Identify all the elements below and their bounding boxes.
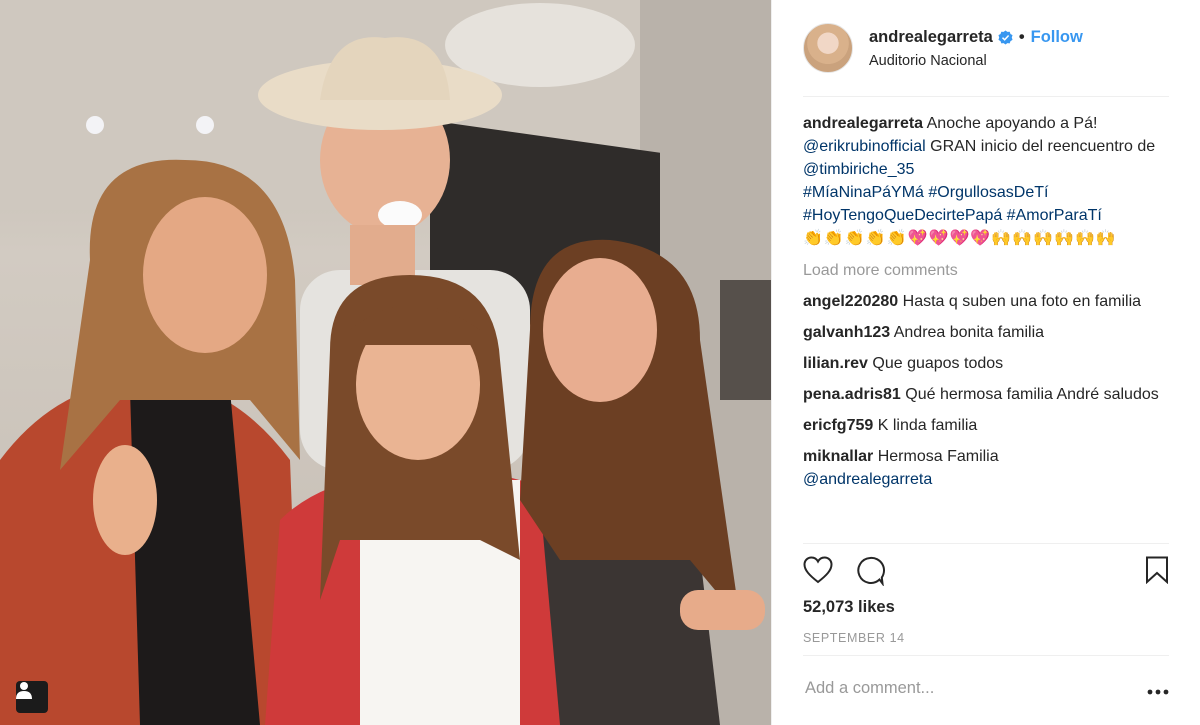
like-heart-icon[interactable] [803,556,833,584]
comment-text: K linda familia [877,417,978,434]
comment-text: Que guapos todos [872,355,1004,372]
add-comment-input[interactable] [805,679,1105,698]
comments-section: andrealegarreta Anoche apoyando a Pá! @e… [803,112,1173,499]
comment-text: Hasta q suben una foto en familia [902,293,1142,310]
clapping-hands-emoji: 👏👏👏👏👏 [803,230,908,247]
post-actions [803,556,1173,588]
avatar[interactable] [803,23,853,73]
more-options-icon[interactable] [1146,682,1170,702]
raised-hands-emoji: 🙌🙌🙌🙌🙌🙌 [991,230,1117,247]
comment-item: pena.adris81 Qué hermosa familia André s… [803,383,1173,406]
comment-username[interactable]: miknallar [803,448,873,465]
author-username[interactable]: andrealegarreta [869,28,993,47]
load-more-comments-link[interactable]: Load more comments [803,259,1173,282]
caption-emoji: 👏👏👏👏👏💖💖💖💖🙌🙌🙌🙌🙌🙌 [803,230,1117,247]
post-header: andrealegarreta • Follow Auditorio Nacio… [772,0,1200,96]
comment-username[interactable]: lilian.rev [803,355,868,372]
comment-username[interactable]: angel220280 [803,293,898,310]
verified-badge-icon [998,29,1013,45]
post-location[interactable]: Auditorio Nacional [869,53,1083,69]
comment-username[interactable]: pena.adris81 [803,386,901,403]
add-comment-divider [803,655,1169,656]
comment-username[interactable]: galvanh123 [803,324,890,341]
header-separator: • [1018,27,1025,46]
header-divider [803,96,1169,97]
comment-text: Andrea bonita familia [893,324,1045,341]
header-line: andrealegarreta • Follow [869,28,1083,47]
likes-count[interactable]: 52,073 likes [803,598,895,617]
user-tags-icon[interactable] [16,681,48,713]
save-bookmark-icon[interactable] [1145,556,1169,584]
post-caption: andrealegarreta Anoche apoyando a Pá! @e… [803,112,1173,251]
comment-mention[interactable]: @andrealegarreta [803,471,932,488]
comment-bubble-icon[interactable] [855,556,885,586]
caption-text: GRAN inicio del reencuentro de [930,138,1156,155]
comment-item: lilian.rev Que guapos todos [803,352,1173,375]
post-side-panel: andrealegarreta • Follow Auditorio Nacio… [771,0,1200,725]
photo-illustration [0,0,771,725]
caption-hashtags[interactable]: #HoyTengoQueDecirtePapá #AmorParaTí [803,207,1102,224]
comment-item: miknallar Hermosa Familia @andrealegarre… [803,445,1173,491]
follow-button[interactable]: Follow [1031,28,1083,47]
comment-text: Hermosa Familia [877,448,999,465]
comment-item: angel220280 Hasta q suben una foto en fa… [803,290,1173,313]
comment-username[interactable]: ericfg759 [803,417,873,434]
post-photo[interactable] [0,0,771,725]
post-date[interactable]: SEPTEMBER 14 [803,631,905,645]
comment-text: Qué hermosa familia André saludos [905,386,1159,403]
caption-username[interactable]: andrealegarreta [803,115,923,132]
post-header-meta: andrealegarreta • Follow Auditorio Nacio… [869,28,1083,69]
comment-item: galvanh123 Andrea bonita familia [803,321,1173,344]
caption-text: Anoche apoyando a Pá! [926,115,1098,132]
comments-divider [803,543,1169,544]
caption-mention[interactable]: @erikrubinofficial [803,138,926,155]
caption-mention[interactable]: @timbiriche_35 [803,161,914,178]
caption-hashtags[interactable]: #MíaNinaPáYMá #OrgullosasDeTí [803,184,1048,201]
comment-item: ericfg759 K linda familia [803,414,1173,437]
sparkling-heart-emoji: 💖💖💖💖 [907,230,992,247]
